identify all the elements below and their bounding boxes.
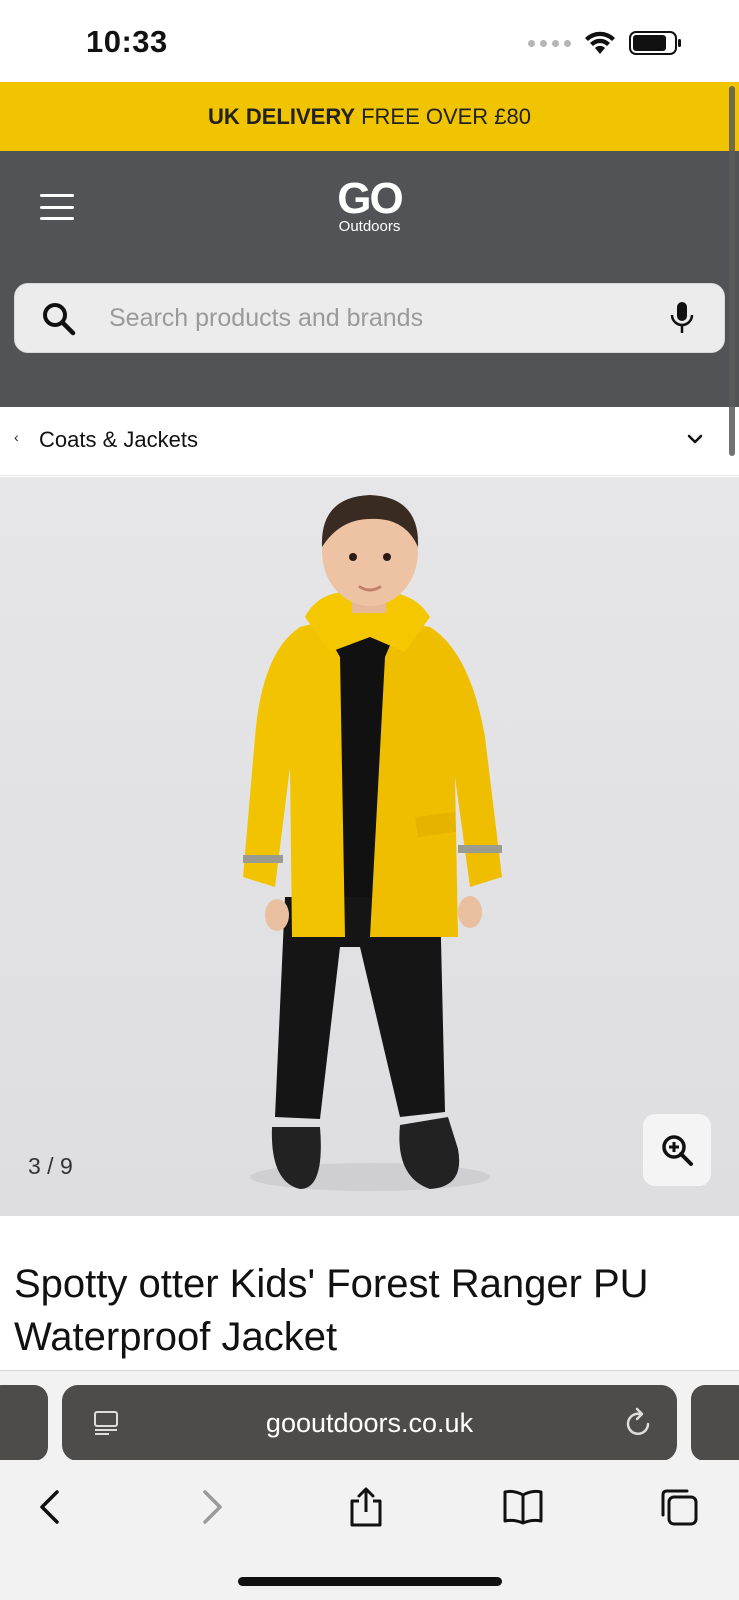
browser-toolbar	[0, 1460, 739, 1600]
logo-main-text: GO	[337, 174, 403, 223]
search-input[interactable]	[109, 284, 649, 352]
chevron-down-icon[interactable]	[687, 433, 703, 445]
forward-button[interactable]	[186, 1482, 236, 1532]
next-tab-preview[interactable]	[691, 1385, 739, 1461]
back-button[interactable]	[26, 1482, 76, 1532]
address-bar[interactable]: gooutdoors.co.uk	[62, 1385, 677, 1461]
reader-mode-icon[interactable]	[92, 1409, 120, 1437]
home-indicator[interactable]	[238, 1577, 502, 1586]
delivery-promo-banner[interactable]: UK DELIVERY FREE OVER £80	[0, 82, 739, 151]
promo-bold-text: UK DELIVERY	[207, 103, 356, 129]
book-icon	[503, 1489, 543, 1525]
chevron-right-icon	[203, 1490, 222, 1524]
product-photo	[243, 495, 502, 1191]
tabs-button[interactable]	[654, 1482, 704, 1532]
go-outdoors-logo[interactable]: GO Outdoors	[337, 174, 403, 235]
share-button[interactable]	[341, 1482, 391, 1532]
breadcrumb-label[interactable]: Coats & Jackets	[39, 427, 198, 453]
bookmarks-button[interactable]	[498, 1482, 548, 1532]
browser-address-area: gooutdoors.co.uk	[0, 1370, 739, 1461]
logo-sub-text: Outdoors	[338, 218, 401, 235]
site-header: GO Outdoors	[0, 151, 739, 407]
product-title: Spotty otter Kids' Forest Ranger PU Wate…	[14, 1262, 649, 1359]
promo-text: FREE OVER £80	[361, 103, 532, 129]
category-breadcrumb[interactable]: ‹ Coats & Jackets	[0, 407, 739, 476]
tabs-icon	[661, 1489, 698, 1526]
wifi-icon	[585, 31, 615, 54]
search-bar[interactable]	[14, 283, 725, 353]
status-bar: 10:33	[0, 0, 739, 82]
battery-icon	[629, 31, 681, 55]
status-time: 10:33	[86, 24, 168, 59]
chevron-left-icon	[40, 1490, 59, 1524]
image-counter: 3 / 9	[28, 1153, 73, 1179]
hamburger-icon[interactable]	[40, 194, 74, 220]
product-image-gallery[interactable]: 3 / 9	[0, 477, 739, 1216]
address-text[interactable]: gooutdoors.co.uk	[266, 1408, 473, 1439]
zoom-button[interactable]	[643, 1114, 711, 1186]
share-icon	[350, 1487, 382, 1527]
status-icons	[528, 30, 683, 56]
zoom-in-icon	[662, 1135, 693, 1166]
reload-icon[interactable]	[623, 1407, 653, 1439]
signal-icon	[528, 39, 571, 47]
previous-tab-preview[interactable]	[0, 1385, 48, 1461]
breadcrumb-back-icon[interactable]: ‹	[14, 429, 19, 445]
microphone-icon[interactable]	[668, 300, 696, 336]
page-scrollbar[interactable]	[729, 86, 735, 456]
search-icon[interactable]	[41, 301, 77, 337]
